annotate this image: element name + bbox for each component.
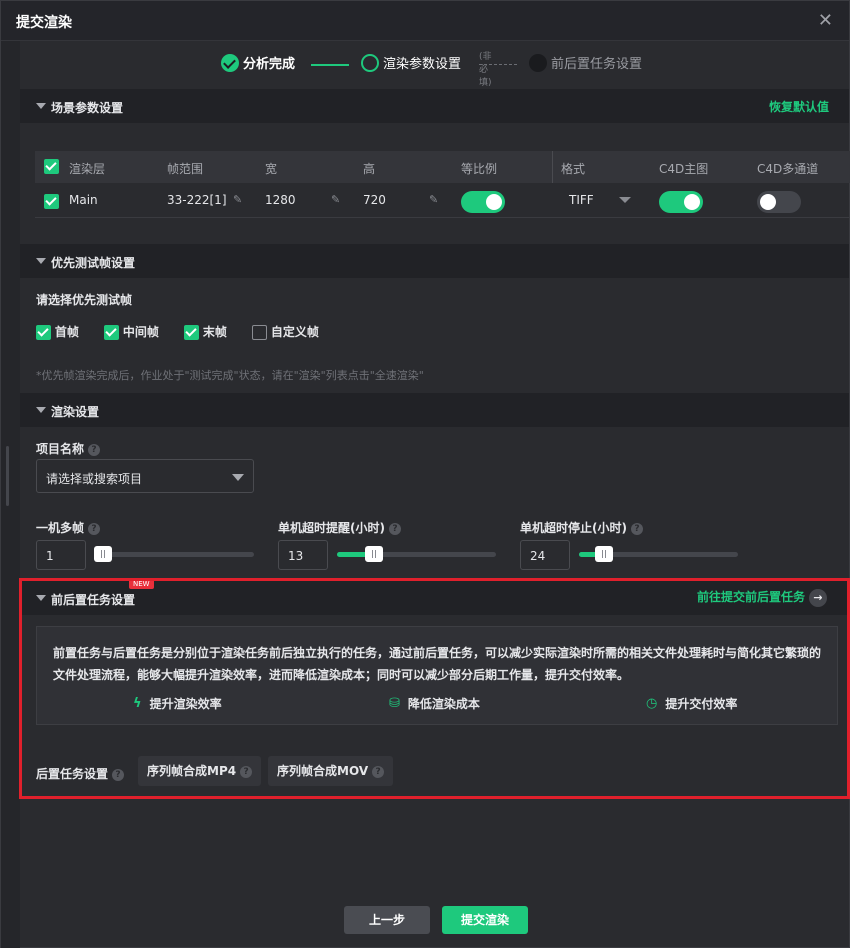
step-label: 分析完成 [243,57,296,72]
c4d-main-toggle[interactable] [659,191,703,213]
help-icon[interactable]: ? [88,522,101,535]
submit-render-dialog: 提交渲染 ✕ 分析完成 渲染参数设置 (非必填) 前后置任务设置 场景参数设置 … [0,0,850,948]
help-icon[interactable]: ? [372,765,385,778]
chevron-down-icon[interactable] [619,197,631,203]
collapse-triangle-icon [36,595,46,601]
frame-range-value[interactable]: 33-222[1] [167,193,227,207]
col-height: 高 [363,162,376,176]
col-c4d-main: C4D主图 [659,162,709,176]
help-icon[interactable]: ? [388,522,401,535]
collapse-triangle-icon [36,103,46,109]
step-label: 前后置任务设置 [551,57,643,72]
slider-thumb[interactable] [595,546,614,562]
select-all-checkbox[interactable] [44,159,59,174]
multi-frame-label: 一机多帧? [36,519,101,536]
check-circle-icon [221,53,239,72]
priority-prompt: 请选择优先测试帧 [36,293,133,307]
prepost-info-box: 前置任务与后置任务是分别位于渲染任务前后独立执行的任务，通过前后置任务，可以减少… [36,626,838,725]
lightning-icon: ϟ [133,696,142,711]
multi-frame-slider[interactable] [93,546,254,562]
left-scroll-strip [1,41,20,948]
table-row: Main 33-222[1] ✎ 1280 ✎ 720 ✎ TIFF [35,184,850,218]
step-render-params: 渲染参数设置 [361,53,461,72]
custom-frame-checkbox[interactable]: 自定义帧 [252,323,319,340]
middle-frame-checkbox[interactable]: 中间帧 [104,323,159,340]
title-bar: 提交渲染 ✕ [1,1,849,41]
slider-thumb[interactable] [93,546,112,562]
section-priority-header[interactable]: 优先测试帧设置 [20,244,849,278]
slider-thumb[interactable] [364,546,383,562]
new-badge: NEW [129,579,154,589]
column-divider [552,151,553,183]
timeout-stop-label: 单机超时停止(小时)? [520,519,643,536]
help-icon[interactable]: ? [630,522,643,535]
col-width: 宽 [265,162,278,176]
clock-icon: ◷ [646,696,658,711]
collapse-triangle-icon [36,407,46,413]
collapse-triangle-icon [36,258,46,264]
close-icon[interactable]: ✕ [818,10,833,31]
coins-icon: ⛁ [389,696,400,711]
layer-name: Main [69,193,98,207]
project-label: 项目名称? [36,440,101,457]
step-connector [311,64,349,66]
project-placeholder: 请选择或搜索项目 [46,472,143,486]
section-title: 渲染设置 [51,405,100,419]
timeout-stop-input[interactable]: 24 [520,540,570,570]
c4d-multipass-toggle[interactable] [757,191,801,213]
scroll-handle[interactable] [6,446,9,506]
feature-delivery: ◷ 提升交付效率 [646,696,738,711]
edit-icon[interactable]: ✎ [429,193,441,206]
feature-cost: ⛁ 降低渲染成本 [389,696,480,711]
timeout-stop-slider[interactable] [579,546,738,562]
edit-icon[interactable]: ✎ [331,193,343,206]
goto-prepost-link[interactable]: 前往提交前后置任务 → [697,588,827,607]
col-layer: 渲染层 [69,162,106,176]
width-value[interactable]: 1280 [265,193,296,207]
optional-tag: (非必填) [479,52,492,88]
edit-icon[interactable]: ✎ [233,193,245,206]
table-header: 渲染层 帧范围 宽 高 等比例 格式 C4D主图 C4D多通道 [35,151,850,183]
keep-ratio-toggle[interactable] [461,191,505,213]
step-label: 渲染参数设置 [383,57,462,72]
multi-frame-input[interactable]: 1 [36,540,86,570]
col-frame-range: 帧范围 [167,162,204,176]
section-scene-header[interactable]: 场景参数设置 恢复默认值 [20,89,849,123]
priority-note: *优先帧渲染完成后，作业处于"测试完成"状态，请在"渲染"列表点击"全速渲染" [36,369,424,382]
help-icon[interactable]: ? [240,765,253,778]
dialog-title: 提交渲染 [16,15,72,31]
col-keep-ratio: 等比例 [461,162,498,176]
reset-defaults-link[interactable]: 恢复默认值 [769,98,829,115]
timeout-warn-label: 单机超时提醒(小时)? [278,519,401,536]
arrow-right-icon: → [809,588,827,607]
section-title: 前后置任务设置 [51,593,136,607]
step-analysis: 分析完成 [221,53,295,72]
format-select[interactable]: TIFF [569,193,594,207]
section-title: 优先测试帧设置 [51,256,136,270]
height-value[interactable]: 720 [363,193,386,207]
pending-step-icon [529,53,547,72]
post-option-mov[interactable]: 序列帧合成MOV? [268,756,394,786]
col-c4d-multipass: C4D多通道 [757,162,819,176]
post-task-label: 后置任务设置? [36,765,125,782]
help-icon[interactable]: ? [112,768,125,781]
project-select[interactable]: 请选择或搜索项目 [36,459,254,493]
feature-efficiency: ϟ 提升渲染效率 [133,696,222,711]
chevron-down-icon [232,474,244,481]
help-icon[interactable]: ? [88,443,101,456]
current-step-icon [361,53,379,72]
prev-step-button[interactable]: 上一步 [344,906,430,934]
first-frame-checkbox[interactable]: 首帧 [36,323,79,340]
section-render-header[interactable]: 渲染设置 [20,393,849,427]
timeout-warn-input[interactable]: 13 [278,540,328,570]
section-title: 场景参数设置 [51,101,124,115]
post-option-mp4[interactable]: 序列帧合成MP4? [138,756,262,786]
row-checkbox[interactable] [44,194,59,209]
col-format: 格式 [561,162,586,176]
prepost-description: 前置任务与后置任务是分别位于渲染任务前后独立执行的任务，通过前后置任务，可以减少… [53,646,822,682]
submit-render-button[interactable]: 提交渲染 [442,906,528,934]
step-prepost: 前后置任务设置 [529,53,642,72]
timeout-warn-slider[interactable] [337,546,496,562]
last-frame-checkbox[interactable]: 末帧 [184,323,227,340]
